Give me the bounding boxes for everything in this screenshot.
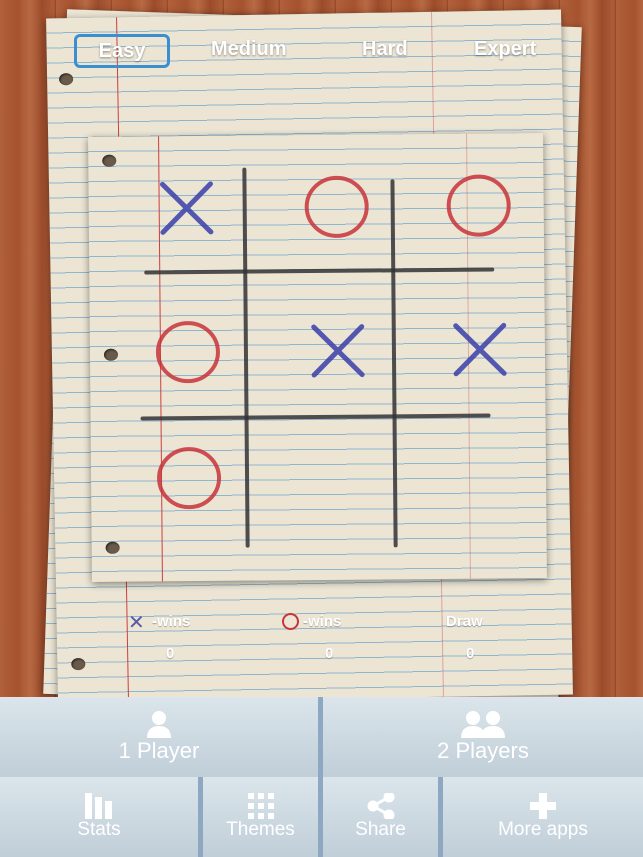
difficulty-easy-label: Easy bbox=[98, 39, 146, 62]
hole bbox=[103, 348, 119, 361]
o-mark-icon bbox=[282, 613, 299, 630]
grid-line bbox=[242, 167, 250, 548]
o-mark-icon bbox=[446, 174, 511, 237]
board-cell[interactable] bbox=[138, 302, 239, 403]
x-mark-icon bbox=[311, 324, 365, 378]
x-wins-label: -wins bbox=[152, 613, 191, 630]
stats-label: Stats bbox=[77, 819, 121, 840]
one-player-label: 1 Player bbox=[118, 738, 200, 763]
board-cell[interactable] bbox=[288, 300, 389, 401]
stats-icon bbox=[85, 793, 112, 819]
o-wins-count: 0 bbox=[325, 645, 334, 662]
stats-button[interactable]: Stats bbox=[0, 777, 198, 857]
board-cell[interactable] bbox=[431, 425, 532, 526]
board-cell[interactable] bbox=[430, 299, 531, 400]
draw-count: 0 bbox=[466, 645, 475, 662]
hole bbox=[105, 541, 120, 554]
themes-button[interactable]: Themes bbox=[203, 777, 318, 857]
game-board bbox=[88, 133, 547, 582]
difficulty-easy[interactable]: Easy bbox=[74, 34, 170, 68]
themes-label: Themes bbox=[226, 819, 295, 840]
o-wins-label: -wins bbox=[303, 613, 342, 630]
x-mark-icon bbox=[453, 322, 507, 377]
draw-label: Draw bbox=[446, 613, 483, 630]
more-apps-button[interactable]: More apps bbox=[443, 777, 643, 857]
board-cell[interactable] bbox=[136, 158, 237, 259]
two-players-label: 2 Players bbox=[437, 738, 529, 763]
board-cell[interactable] bbox=[139, 428, 240, 529]
hole bbox=[102, 154, 117, 167]
two-players-button[interactable]: 2 Players bbox=[323, 697, 643, 777]
divider bbox=[438, 777, 443, 857]
divider bbox=[198, 777, 203, 857]
share-label: Share bbox=[355, 819, 406, 840]
board-cell[interactable] bbox=[289, 426, 390, 527]
person-icon bbox=[147, 711, 171, 738]
hole bbox=[59, 73, 74, 86]
share-icon bbox=[367, 793, 394, 819]
board-cell[interactable] bbox=[286, 156, 387, 257]
difficulty-hard[interactable]: Hard bbox=[362, 38, 408, 61]
o-mark-icon bbox=[304, 175, 369, 238]
o-mark-icon bbox=[157, 447, 222, 510]
grid-line bbox=[140, 413, 491, 421]
more-apps-label: More apps bbox=[498, 819, 588, 840]
o-mark-icon bbox=[155, 321, 220, 384]
plus-icon bbox=[530, 793, 556, 819]
grid-line bbox=[144, 267, 495, 275]
grid-line bbox=[390, 179, 398, 548]
share-button[interactable]: Share bbox=[323, 777, 438, 857]
hole bbox=[71, 657, 86, 671]
x-mark-icon bbox=[159, 181, 214, 235]
difficulty-medium[interactable]: Medium bbox=[211, 38, 287, 61]
two-people-icon bbox=[461, 711, 505, 738]
board-cell[interactable] bbox=[428, 155, 529, 256]
grid-icon bbox=[247, 793, 274, 819]
x-wins-count: 0 bbox=[166, 645, 175, 662]
x-mark-icon: ✕ bbox=[128, 612, 145, 634]
difficulty-expert[interactable]: Expert bbox=[474, 38, 536, 61]
one-player-button[interactable]: 1 Player bbox=[0, 697, 318, 777]
